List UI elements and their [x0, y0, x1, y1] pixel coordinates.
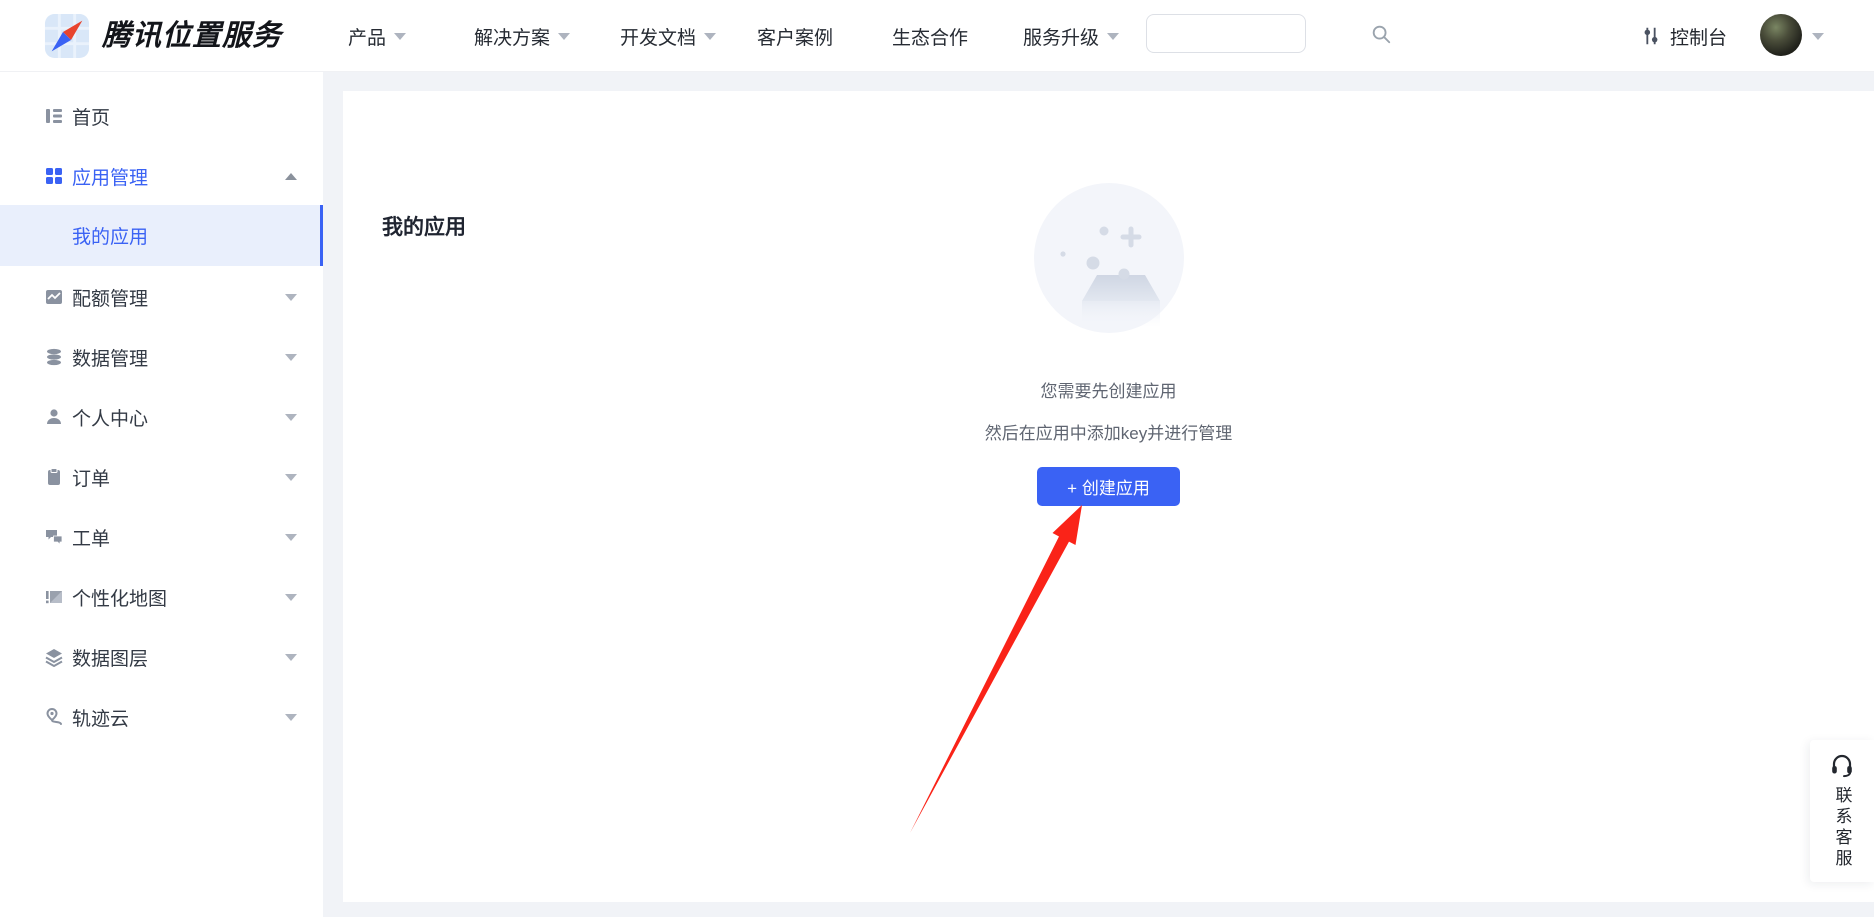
headset-icon [1829, 752, 1855, 778]
sidebar-item-my-apps[interactable]: 我的应用 [0, 205, 323, 266]
sidebar-item-label: 数据管理 [72, 344, 148, 371]
brand-title: 腾讯位置服务 [102, 0, 282, 72]
page-root: 腾讯位置服务 产品 解决方案 开发文档 客户案例 生态合作 服务升级 [0, 0, 1874, 917]
brand-logo-icon[interactable] [44, 13, 90, 59]
chevron-down-icon [285, 474, 297, 481]
sidebar-item-label: 首页 [72, 103, 110, 130]
chevron-down-icon [394, 33, 406, 40]
sidebar-item-label: 应用管理 [72, 163, 148, 190]
sidebar-item-label: 我的应用 [72, 222, 148, 249]
sidebar-item-quota[interactable]: 配额管理 [0, 267, 323, 327]
sidebar-item-label: 配额管理 [72, 284, 148, 311]
sidebar-item-label: 工单 [72, 524, 110, 551]
sidebar-item-personal-center[interactable]: 个人中心 [0, 387, 323, 447]
sidebar-item-tickets[interactable]: 工单 [0, 507, 323, 567]
nav-label: 产品 [348, 23, 386, 50]
sidebar-item-label: 订单 [72, 464, 110, 491]
chevron-up-icon [285, 173, 297, 180]
chevron-down-icon [285, 294, 297, 301]
avatar[interactable] [1760, 14, 1802, 56]
chevron-down-icon [285, 714, 297, 721]
chevron-down-icon [1107, 33, 1119, 40]
sidebar-item-label: 个性化地图 [72, 584, 167, 611]
empty-box-illustration [1034, 183, 1184, 333]
chevron-down-icon [285, 534, 297, 541]
chevron-down-icon [285, 654, 297, 661]
person-icon [44, 407, 64, 427]
avatar-chevron-down-icon[interactable] [1812, 33, 1824, 40]
console-link[interactable]: 控制台 [1640, 0, 1727, 72]
sidebar-item-label: 数据图层 [72, 644, 148, 671]
chevron-down-icon [285, 354, 297, 361]
nav-item-upgrade[interactable]: 服务升级 [1023, 0, 1119, 72]
nav-label: 客户案例 [757, 23, 833, 50]
contact-support-label: 联系客服 [1830, 786, 1855, 870]
sidebar: 首页 应用管理 我的应用 配额管理 [0, 72, 323, 917]
sidebar-item-data-management[interactable]: 数据管理 [0, 327, 323, 387]
sidebar-item-orders[interactable]: 订单 [0, 447, 323, 507]
empty-state-line1: 您需要先创建应用 [1041, 377, 1177, 402]
home-list-icon [44, 106, 64, 126]
content-card: 我的应用 [343, 91, 1874, 902]
chevron-down-icon [558, 33, 570, 40]
app-grid-icon [44, 166, 64, 186]
sidebar-item-label: 轨迹云 [72, 704, 129, 731]
nav-label: 开发文档 [620, 23, 696, 50]
chevron-down-icon [704, 33, 716, 40]
clipboard-icon [44, 467, 64, 487]
empty-state: 您需要先创建应用 然后在应用中添加key并进行管理 + 创建应用 [809, 183, 1409, 506]
nav-item-cases[interactable]: 客户案例 [757, 0, 833, 72]
layers-icon [44, 647, 64, 667]
search-icon[interactable] [1370, 23, 1392, 45]
nav-label: 解决方案 [474, 23, 550, 50]
top-bar: 腾讯位置服务 产品 解决方案 开发文档 客户案例 生态合作 服务升级 [0, 0, 1874, 72]
page-title: 我的应用 [382, 211, 466, 241]
chevron-down-icon [285, 594, 297, 601]
nav-item-solutions[interactable]: 解决方案 [474, 0, 570, 72]
track-pin-icon [44, 707, 64, 727]
nav-item-ecosystem[interactable]: 生态合作 [892, 0, 968, 72]
sidebar-item-label: 个人中心 [72, 404, 148, 431]
custom-map-icon [44, 587, 64, 607]
console-label: 控制台 [1670, 23, 1727, 50]
contact-support-widget[interactable]: 联系客服 [1810, 740, 1874, 882]
search-input[interactable] [1147, 15, 1370, 52]
quota-chart-icon [44, 287, 64, 307]
sidebar-item-custom-map[interactable]: 个性化地图 [0, 567, 323, 627]
nav-label: 生态合作 [892, 23, 968, 50]
sidebar-item-home[interactable]: 首页 [0, 86, 323, 146]
chevron-down-icon [285, 414, 297, 421]
sidebar-item-app-management[interactable]: 应用管理 [0, 146, 323, 206]
sidebar-item-track-cloud[interactable]: 轨迹云 [0, 687, 323, 747]
nav-label: 服务升级 [1023, 23, 1099, 50]
database-icon [44, 347, 64, 367]
nav-item-docs[interactable]: 开发文档 [620, 0, 716, 72]
empty-state-line2: 然后在应用中添加key并进行管理 [985, 419, 1232, 444]
sidebar-item-data-layers[interactable]: 数据图层 [0, 627, 323, 687]
search-box [1146, 14, 1306, 53]
nav-item-products[interactable]: 产品 [348, 0, 406, 72]
chat-bubbles-icon [44, 527, 64, 547]
sliders-icon [1640, 25, 1662, 47]
create-app-button[interactable]: + 创建应用 [1037, 467, 1180, 506]
